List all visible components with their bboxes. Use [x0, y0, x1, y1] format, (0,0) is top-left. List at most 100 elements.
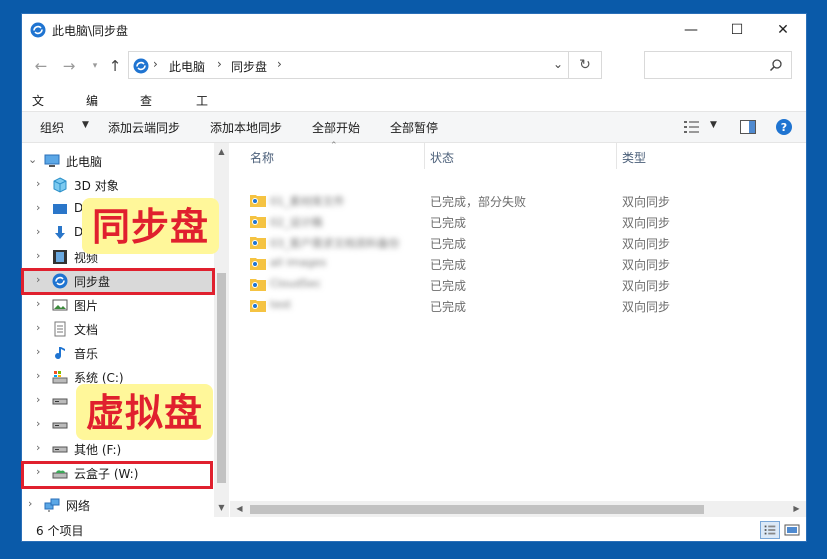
sync-drive-highlight — [21, 268, 215, 295]
table-row[interactable]: all images 已完成 双向同步 — [230, 253, 790, 274]
chevron-right-icon[interactable]: › — [36, 369, 40, 382]
scroll-up-icon[interactable]: ▲ — [214, 147, 229, 156]
nav-item-other-drive[interactable]: › 其他 (F:) — [22, 437, 214, 461]
sync-folder-icon — [250, 216, 266, 228]
scroll-down-icon[interactable]: ▼ — [214, 503, 229, 512]
drive-icon — [52, 422, 68, 429]
breadcrumb-separator[interactable]: › — [277, 57, 282, 71]
details-view-icon[interactable] — [760, 521, 780, 539]
preview-pane-icon[interactable] — [740, 120, 756, 134]
address-bar[interactable]: › 此电脑 › 同步盘 › ⌄ ↻ — [128, 51, 602, 79]
back-button[interactable]: ← — [30, 55, 52, 77]
search-input[interactable] — [644, 51, 792, 79]
breadcrumb-separator[interactable]: › — [217, 57, 222, 71]
refresh-button[interactable]: ↻ — [568, 52, 601, 78]
view-options-icon[interactable] — [684, 120, 700, 134]
chevron-right-icon[interactable]: › — [36, 249, 40, 262]
drive-icon — [52, 398, 68, 405]
chevron-down-icon[interactable]: ⌄ — [28, 153, 37, 166]
chevron-right-icon[interactable]: › — [36, 393, 40, 406]
desktop-icon — [53, 204, 67, 214]
column-header-type[interactable]: 类型 — [622, 149, 646, 166]
scroll-left-icon[interactable]: ◀ — [232, 504, 247, 513]
table-row[interactable]: test 已完成 双向同步 — [230, 295, 790, 316]
video-icon — [53, 250, 67, 264]
status-bar: 6 个项目 — [22, 517, 806, 541]
column-divider[interactable] — [424, 143, 425, 169]
table-row[interactable]: 02_设计稿 已完成 双向同步 — [230, 211, 790, 232]
nav-item-this-pc[interactable]: ⌄ 此电脑 — [22, 149, 214, 173]
documents-icon — [54, 321, 66, 337]
breadcrumb-sync-drive[interactable]: 同步盘 — [231, 58, 267, 75]
nav-item-pictures[interactable]: › 图片 — [22, 293, 214, 317]
breadcrumb-separator[interactable]: › — [153, 57, 158, 71]
sort-ascending-icon: ⌃ — [330, 141, 338, 151]
chevron-right-icon[interactable]: › — [28, 497, 32, 510]
window-title: 此电脑\同步盘 — [52, 24, 129, 38]
chevron-right-icon[interactable]: › — [36, 297, 40, 310]
virtual-drive-highlight — [21, 461, 213, 489]
minimize-button[interactable]: — — [668, 14, 714, 46]
sync-drive-icon — [30, 22, 46, 38]
table-row[interactable]: CloudSec 已完成 双向同步 — [230, 274, 790, 295]
nav-item-documents[interactable]: › 文档 — [22, 317, 214, 341]
up-button[interactable]: ↑ — [104, 55, 126, 77]
large-icons-view-icon[interactable] — [782, 521, 802, 539]
scrollbar-thumb[interactable] — [217, 273, 226, 483]
column-divider[interactable] — [616, 143, 617, 169]
scrollbar-thumb[interactable] — [250, 505, 704, 514]
help-icon[interactable]: ? — [776, 119, 792, 135]
breadcrumb-this-pc[interactable]: 此电脑 — [169, 58, 205, 75]
column-header-status[interactable]: 状态 — [430, 149, 454, 166]
title-bar: 此电脑\同步盘 — ☐ ✕ — [22, 14, 806, 46]
sync-folder-icon — [250, 279, 266, 291]
nav-item-music[interactable]: › 音乐 — [22, 341, 214, 365]
virtual-drive-callout: 虚拟盘 — [76, 384, 214, 440]
drive-icon — [52, 446, 68, 453]
close-button[interactable]: ✕ — [760, 14, 806, 46]
table-row[interactable]: 03_客户需求文档资料备份 已完成 双向同步 — [230, 232, 790, 253]
start-all-button[interactable]: 全部开始 — [312, 119, 360, 136]
chevron-right-icon[interactable]: › — [36, 225, 40, 238]
table-row[interactable]: 01_素材库文件 已完成，部分失败 双向同步 — [230, 190, 790, 211]
sync-folder-icon — [250, 237, 266, 249]
chevron-right-icon[interactable]: › — [36, 201, 40, 214]
sync-drive-callout: 同步盘 — [82, 198, 220, 254]
system-drive-icon — [52, 371, 68, 384]
search-icon — [769, 59, 782, 72]
chevron-right-icon[interactable]: › — [36, 177, 40, 190]
sync-folder-icon — [250, 258, 266, 270]
network-icon — [44, 498, 60, 512]
chevron-right-icon[interactable]: › — [36, 441, 40, 454]
horizontal-scrollbar[interactable]: ◀ ▶ — [230, 501, 806, 517]
sync-folder-icon — [250, 300, 266, 312]
maximize-button[interactable]: ☐ — [714, 14, 760, 46]
address-history-dropdown[interactable]: ⌄ — [553, 57, 563, 71]
scroll-right-icon[interactable]: ▶ — [789, 504, 804, 513]
sync-folder-icon — [250, 195, 266, 207]
chevron-right-icon[interactable]: › — [36, 321, 40, 334]
computer-icon — [44, 154, 60, 167]
forward-button[interactable]: → — [58, 55, 80, 77]
chevron-down-icon[interactable]: ▼ — [710, 120, 717, 130]
add-local-sync-button[interactable]: 添加本地同步 — [210, 119, 282, 136]
nav-item-network[interactable]: › 网络 — [22, 493, 214, 517]
chevron-right-icon[interactable]: › — [36, 345, 40, 358]
organize-button[interactable]: 组织 — [40, 119, 64, 136]
command-bar: 组织 ▼ 添加云端同步 添加本地同步 全部开始 全部暂停 ▼ ? — [22, 111, 806, 143]
add-cloud-sync-button[interactable]: 添加云端同步 — [108, 119, 180, 136]
nav-item-3d-objects[interactable]: › 3D 对象 — [22, 173, 214, 197]
cube-icon — [53, 177, 67, 193]
svg-text:?: ? — [781, 121, 787, 134]
music-icon — [55, 347, 65, 360]
item-count: 6 个项目 — [36, 524, 84, 538]
chevron-down-icon[interactable]: ▼ — [82, 120, 89, 130]
download-icon — [55, 226, 65, 239]
column-header-name[interactable]: 名称 — [250, 149, 274, 166]
chevron-right-icon[interactable]: › — [36, 417, 40, 430]
sync-drive-icon — [133, 58, 149, 74]
pause-all-button[interactable]: 全部暂停 — [390, 119, 438, 136]
file-list: 名称 ⌃ 状态 类型 01_素材库文件 已完成，部分失败 双向同步 02_设计稿… — [230, 141, 806, 517]
recent-locations-button[interactable]: ▾ — [84, 55, 106, 77]
pictures-icon — [52, 299, 68, 311]
